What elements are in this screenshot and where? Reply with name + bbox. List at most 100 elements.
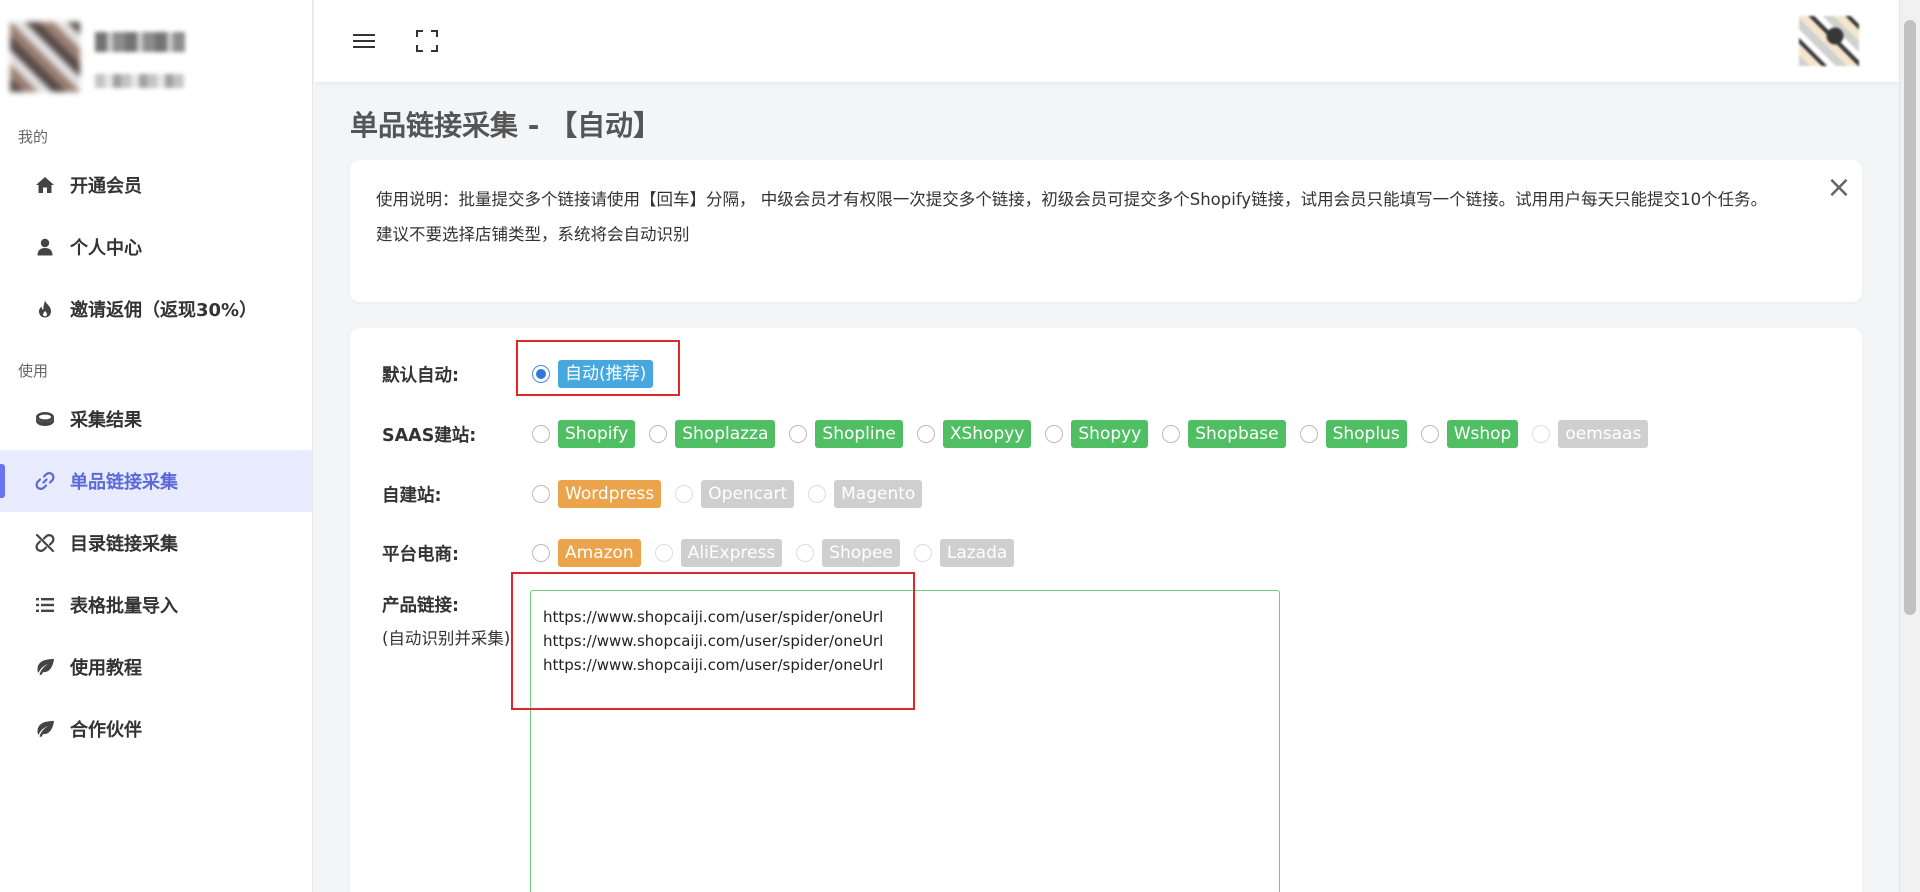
radio-xshopyy[interactable] (916, 425, 935, 443)
radio-opencart[interactable] (675, 485, 694, 503)
nav-section-use: 使用 (18, 362, 49, 380)
radio-shopify[interactable] (532, 425, 550, 443)
option-wordpress[interactable]: Wordpress (532, 480, 662, 508)
tag-shopline: Shopline (815, 420, 903, 448)
radio-aliexpress[interactable] (654, 544, 673, 562)
scrollbar-thumb[interactable] (1904, 20, 1916, 615)
unlink-icon (34, 532, 56, 554)
option-magento[interactable]: Magento (808, 480, 923, 508)
sidebar-item-profile[interactable]: 个人中心 (0, 216, 312, 278)
option-shoplus[interactable]: Shoplus (1299, 420, 1407, 448)
radio-shoplus[interactable] (1299, 425, 1318, 443)
sidebar-item-label: 合作伙伴 (70, 720, 142, 741)
radio-wshop[interactable] (1420, 425, 1439, 443)
hamburger-icon[interactable] (351, 28, 377, 54)
sidebar-item-membership[interactable]: 开通会员 (0, 154, 312, 216)
radio-magento[interactable] (808, 485, 827, 503)
sidebar-item-label: 开通会员 (70, 176, 142, 197)
option-oemsaas[interactable]: oemsaas (1532, 420, 1649, 448)
radio-wordpress[interactable] (532, 485, 550, 503)
sidebar-item-single-link[interactable]: 单品链接采集 (0, 450, 312, 512)
logo[interactable] (0, 0, 312, 120)
fullscreen-icon[interactable] (414, 28, 440, 54)
tag-shopify: Shopify (558, 420, 636, 448)
sidebar-item-catalog-link[interactable]: 目录链接采集 (0, 512, 312, 574)
product-link-sublabel: (自动识别并采集) (382, 629, 511, 648)
sidebar-item-label: 表格批量导入 (70, 596, 178, 617)
radio-shopee[interactable] (796, 544, 815, 562)
radio-shopyy[interactable] (1045, 425, 1064, 443)
tag-oemsaas: oemsaas (1558, 420, 1649, 448)
radio-shoplazza[interactable] (649, 425, 668, 443)
tag-xshopyy: XShopyy (942, 420, 1032, 448)
notice-line-1: 使用说明：批量提交多个链接请使用【回车】分隔， 中级会员才有权限一次提交多个链接… (376, 190, 1768, 209)
option-shopyy[interactable]: Shopyy (1045, 420, 1149, 448)
highlight-box-auto (516, 340, 680, 396)
option-wshop[interactable]: Wshop (1420, 420, 1519, 448)
default-label: 默认自动: (382, 365, 459, 386)
page-scrollbar[interactable] (1899, 0, 1920, 892)
option-shoplazza[interactable]: Shoplazza (649, 420, 776, 448)
sidebar-item-referral[interactable]: 邀请返佣（返现30%） (0, 278, 312, 340)
page-title: 单品链接采集 - 【自动】 (350, 109, 662, 142)
collect-form: 默认自动: 自动(推荐) SAAS建站: Shopify Shoplazza S… (350, 328, 1862, 892)
option-shopbase[interactable]: Shopbase (1162, 420, 1286, 448)
product-link-label: 产品链接: (382, 596, 459, 616)
tag-shopyy: Shopyy (1071, 420, 1149, 448)
notice-line-2: 建议不要选择店铺类型，系统将会自动识别 (376, 225, 690, 244)
sidebar-item-label: 目录链接采集 (70, 534, 178, 555)
product-link-label-group: 产品链接: (自动识别并采集) (382, 592, 510, 649)
sidebar-item-label: 使用教程 (70, 658, 142, 679)
close-icon[interactable]: × (1826, 170, 1852, 205)
row-self-hosted: 自建站: Wordpress Opencart Magento (382, 476, 936, 512)
link-icon (34, 470, 56, 492)
option-shopline[interactable]: Shopline (789, 420, 903, 448)
option-aliexpress[interactable]: AliExpress (654, 539, 783, 567)
radio-amazon[interactable] (532, 544, 550, 562)
option-shopify[interactable]: Shopify (532, 420, 636, 448)
avatar[interactable] (1799, 16, 1859, 66)
tag-shopee: Shopee (822, 539, 900, 567)
self-label: 自建站: (382, 485, 442, 506)
leaf-icon (34, 656, 56, 678)
sidebar: 我的 开通会员 个人中心 邀请返佣（返现30%） 使用 采集结果 单品链接采集 (0, 0, 313, 892)
user-icon (34, 236, 56, 258)
tag-shoplus: Shoplus (1325, 420, 1407, 448)
radio-shopbase[interactable] (1162, 425, 1181, 443)
topbar (314, 0, 1899, 82)
sidebar-item-label: 采集结果 (70, 410, 142, 431)
tag-aliexpress: AliExpress (680, 539, 783, 567)
row-saas: SAAS建站: Shopify Shoplazza Shopline XShop… (382, 416, 1662, 452)
option-lazada[interactable]: Lazada (913, 539, 1015, 567)
fire-icon (34, 298, 56, 320)
sidebar-item-results[interactable]: 采集结果 (0, 388, 312, 450)
sidebar-item-label: 个人中心 (70, 238, 142, 259)
tag-shopbase: Shopbase (1188, 420, 1286, 448)
radio-shopline[interactable] (789, 425, 808, 443)
logo-subtext (95, 74, 185, 88)
sidebar-item-partners[interactable]: 合作伙伴 (0, 698, 312, 760)
option-shopee[interactable]: Shopee (796, 539, 900, 567)
sidebar-item-tutorial[interactable]: 使用教程 (0, 636, 312, 698)
sidebar-item-label: 邀请返佣（返现30%） (70, 300, 258, 321)
option-opencart[interactable]: Opencart (675, 480, 795, 508)
tag-wshop: Wshop (1446, 420, 1519, 448)
leaf-icon (34, 718, 56, 740)
tag-amazon: Amazon (558, 539, 641, 567)
option-xshopyy[interactable]: XShopyy (916, 420, 1032, 448)
highlight-box-links (511, 572, 915, 710)
usage-notice: 使用说明：批量提交多个链接请使用【回车】分隔， 中级会员才有权限一次提交多个链接… (350, 160, 1862, 302)
home-icon (34, 174, 56, 196)
tag-lazada: Lazada (939, 539, 1015, 567)
logo-text (95, 32, 185, 52)
logo-image (10, 22, 80, 92)
radio-lazada[interactable] (913, 544, 932, 562)
tag-shoplazza: Shoplazza (675, 420, 776, 448)
option-amazon[interactable]: Amazon (532, 539, 641, 567)
nav-section-mine: 我的 (18, 128, 49, 146)
tag-magento: Magento (834, 480, 923, 508)
saas-label: SAAS建站: (382, 425, 477, 446)
platform-label: 平台电商: (382, 544, 459, 565)
sidebar-item-batch-import[interactable]: 表格批量导入 (0, 574, 312, 636)
radio-oemsaas[interactable] (1532, 425, 1551, 443)
